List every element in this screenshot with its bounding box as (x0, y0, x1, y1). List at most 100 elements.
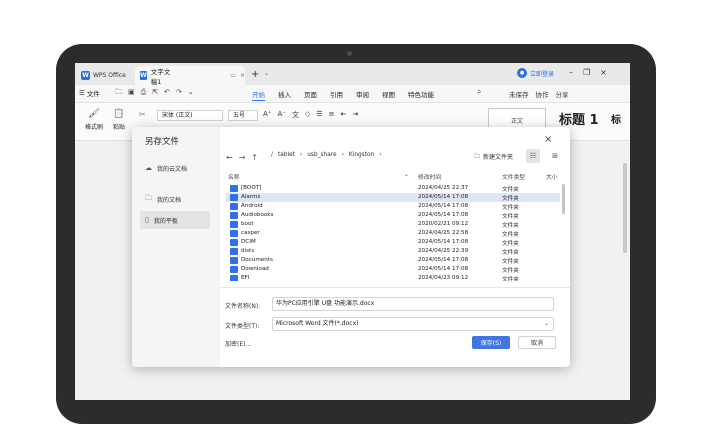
folder-icon (230, 194, 238, 201)
app-name: WPS Office (93, 71, 126, 79)
file-type: 文件夹 (502, 259, 519, 265)
sort-chevron-icon[interactable]: ⌄ (404, 172, 409, 178)
format-painter-button[interactable]: 🖌 格式刷 (85, 109, 103, 131)
menu-references[interactable]: 引用 (330, 89, 343, 101)
breadcrumb-item[interactable]: usb_share (307, 152, 336, 158)
save-icon[interactable]: ▣ (128, 88, 135, 99)
filename-input[interactable]: 华为PC应用引擎 U盘 功能演示.docx (272, 297, 554, 311)
menu-view[interactable]: 视图 (382, 89, 395, 101)
tab-document[interactable]: W 文字文稿1 ▭ × (135, 66, 245, 86)
menu-home[interactable]: 开始 (252, 89, 265, 101)
document-scrollbar[interactable] (623, 163, 627, 253)
indent-icon[interactable]: ⇥ (352, 110, 358, 120)
file-row[interactable]: Download 2024/05/14 17:08 文件夹 (226, 265, 560, 274)
new-folder-button[interactable]: 🗀 新建文件夹 (474, 152, 513, 162)
file-row[interactable]: EFI 2024/04/23 09:12 文件夹 (226, 274, 560, 281)
minimize-icon[interactable]: – (569, 68, 573, 77)
bullet-list-icon[interactable]: ☰ (316, 110, 322, 120)
login-button[interactable]: ● 立即登录 (517, 68, 554, 78)
clipboard-icon: 📋 (113, 109, 125, 119)
encrypt-link[interactable]: 加密(E)... (225, 339, 251, 348)
camera-dot (347, 51, 352, 56)
file-menu[interactable]: ☰ 文件 (79, 88, 100, 98)
tab-close-icon[interactable]: × (240, 72, 245, 79)
menu-page[interactable]: 页面 (304, 89, 317, 101)
file-type: 文件夹 (502, 277, 519, 281)
more-chevron-icon[interactable]: ⌄ (188, 88, 194, 99)
style-heading-2[interactable]: 标 (611, 111, 621, 126)
numbered-list-icon[interactable]: ≡ (329, 110, 335, 120)
tab-list-chevron-icon[interactable]: ⌄ (264, 70, 269, 77)
restore-icon[interactable]: ❐ (583, 68, 590, 77)
scissors-icon[interactable]: ✂ (139, 110, 146, 119)
file-name: Audiobooks (241, 212, 274, 218)
save-button[interactable]: 保存(S) (472, 336, 510, 349)
column-modified[interactable]: 修改时间 (418, 172, 441, 181)
dialog-sidebar: 另存文件 ☁ 我的云文档 🗀 我的文档 ▯ 我的平板 (132, 127, 220, 367)
file-row[interactable]: boot 2020/02/21 09:12 文件夹 (226, 220, 560, 229)
file-type: 文件夹 (502, 223, 519, 229)
filetype-select[interactable]: Microsoft Word 文件(*.docx) ⌄ (272, 317, 554, 331)
menu-features[interactable]: 特色功能 (408, 89, 434, 101)
file-list-scrollbar[interactable] (562, 184, 565, 214)
breadcrumb-item[interactable]: tablet (278, 152, 295, 158)
grid-view-icon[interactable]: ⊞ (548, 149, 562, 163)
file-name: casper (241, 230, 260, 236)
sidebar-item-cloud-docs[interactable]: ☁ 我的云文档 (140, 159, 210, 177)
file-row[interactable]: casper 2024/04/25 22:58 文件夹 (226, 229, 560, 238)
file-row[interactable]: [BOOT] 2024/04/25 22:37 文件夹 (226, 184, 560, 193)
list-view-icon[interactable]: ☷ (526, 149, 540, 163)
file-row[interactable]: Android 2024/05/14 17:08 文件夹 (226, 202, 560, 211)
file-modified: 2020/02/21 09:12 (418, 221, 469, 227)
redo-icon[interactable]: ↷ (176, 88, 182, 99)
filetype-label: 文件类型(T): (225, 323, 260, 330)
unsaved-status[interactable]: 未保存 (509, 89, 529, 99)
file-row[interactable]: Alarms 2024/05/14 17:08 文件夹 (226, 193, 560, 202)
menu-review[interactable]: 审阅 (356, 89, 369, 101)
export-icon[interactable]: ⇱ (152, 88, 158, 99)
file-row[interactable]: Audiobooks 2024/05/14 17:08 文件夹 (226, 211, 560, 220)
shrink-font-icon[interactable]: A⁻ (277, 110, 285, 120)
collaborate-button[interactable]: 协作 (536, 89, 549, 99)
undo-icon[interactable]: ↶ (164, 88, 170, 99)
outdent-icon[interactable]: ⇤ (341, 110, 347, 120)
file-row[interactable]: DCIM 2024/05/14 17:08 文件夹 (226, 238, 560, 247)
menu-insert[interactable]: 插入 (278, 89, 291, 101)
breadcrumb-item[interactable]: Kingston (349, 152, 374, 158)
file-name: Download (241, 266, 269, 272)
sidebar-item-my-tablet[interactable]: ▯ 我的平板 (140, 211, 210, 229)
close-window-icon[interactable]: × (600, 68, 607, 77)
style-heading-1[interactable]: 标题 1 (559, 109, 599, 128)
format-painter-label: 格式刷 (85, 124, 104, 131)
clear-format-icon[interactable]: ◇ (305, 110, 310, 120)
font-size-select[interactable]: 五号 (228, 110, 258, 121)
column-size[interactable]: 大小 (546, 172, 558, 181)
folder-icon[interactable]: 🗀 (115, 88, 122, 99)
font-name-select[interactable]: 宋体 (正文) (157, 110, 223, 121)
back-arrow-icon[interactable]: ← (226, 153, 233, 162)
tab-wps-home[interactable]: W WPS Office (81, 68, 126, 82)
file-row[interactable]: Documents 2024/05/14 17:08 文件夹 (226, 256, 560, 265)
breadcrumb-root[interactable]: / (271, 152, 273, 158)
dialog-close-icon[interactable]: × (544, 134, 552, 145)
file-list: [BOOT] 2024/04/25 22:37 文件夹 Alarms 2024/05/1… (226, 184, 560, 281)
column-type[interactable]: 文件类型 (502, 172, 525, 181)
window-controls: – ❐ × (569, 68, 607, 77)
share-button[interactable]: 分享 (556, 89, 569, 99)
new-tab-button[interactable]: + (251, 69, 259, 80)
file-row[interactable]: dists 2024/04/25 22:39 文件夹 (226, 247, 560, 256)
file-modified: 2024/05/14 17:08 (418, 212, 469, 218)
file-modified: 2024/05/14 17:08 (418, 239, 469, 245)
grow-font-icon[interactable]: A⁺ (263, 110, 271, 120)
cancel-button[interactable]: 取消 (518, 336, 556, 349)
forward-arrow-icon[interactable]: → (239, 153, 246, 162)
tab-window-icon[interactable]: ▭ (230, 72, 236, 79)
pinyin-icon[interactable]: 文 (292, 110, 299, 120)
search-icon[interactable]: ⌕ (477, 87, 481, 97)
print-icon[interactable]: ⎙ (141, 88, 147, 99)
paste-button[interactable]: 📋 粘贴 (113, 109, 125, 131)
file-name: EFI (241, 275, 250, 281)
up-arrow-icon[interactable]: ↑ (251, 153, 258, 162)
sidebar-item-my-docs[interactable]: 🗀 我的文档 (140, 190, 210, 208)
column-name[interactable]: 名称 (228, 172, 240, 181)
